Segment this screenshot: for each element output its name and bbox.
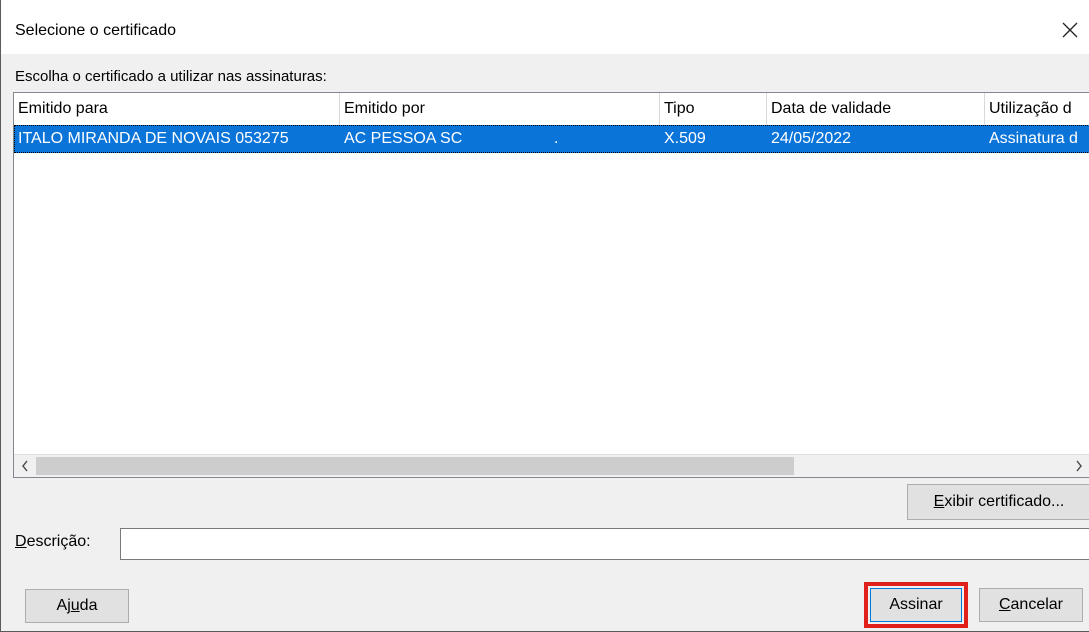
description-label: Descrição: [15, 533, 91, 551]
cancel-button[interactable]: Cancelar [979, 588, 1083, 622]
description-label-text: escrição: [26, 533, 91, 550]
close-icon [1062, 22, 1078, 38]
cell-issued-by: AC PESSOA SC [344, 130, 463, 147]
help-label-accel: u [70, 597, 80, 614]
sign-button[interactable]: Assinar [870, 588, 962, 622]
cancel-label-text: ancelar [1010, 596, 1064, 613]
chevron-left-icon [22, 460, 28, 472]
cell-expiration-date: 24/05/2022 [771, 130, 852, 147]
column-header-usage[interactable]: Utilização d [985, 93, 1089, 125]
chevron-right-icon [1076, 460, 1082, 472]
list-header: Emitido para Emitido por Tipo Data de va… [14, 93, 1089, 126]
view-certificate-label: xibir certificado... [944, 493, 1065, 510]
horizontal-scrollbar[interactable] [14, 454, 1089, 477]
column-header-type[interactable]: Tipo [660, 93, 767, 125]
column-header-issued-by[interactable]: Emitido por [340, 93, 660, 125]
cell-separator: . [554, 130, 559, 147]
column-header-expiration-date[interactable]: Data de validade [767, 93, 985, 125]
scroll-right-button[interactable] [1068, 455, 1089, 477]
view-certificate-accel: E [933, 493, 945, 510]
cell-usage: Assinatura d [989, 130, 1078, 147]
certificate-dialog: Selecione o certificado Escolha o certif… [0, 0, 1089, 632]
scrollbar-thumb[interactable] [36, 457, 794, 475]
scroll-left-button[interactable] [14, 455, 36, 477]
close-button[interactable] [1050, 10, 1089, 50]
list-caption: Escolha o certificado a utilizar nas ass… [15, 68, 327, 85]
help-label-post: da [79, 597, 98, 614]
help-button[interactable]: Aj u da [25, 589, 129, 623]
description-label-accel: D [15, 533, 27, 550]
help-label-pre: Aj [56, 597, 71, 614]
description-input[interactable] [120, 528, 1089, 560]
certificate-list[interactable]: Emitido para Emitido por Tipo Data de va… [13, 92, 1089, 478]
cell-issued-to: ITALO MIRANDA DE NOVAIS 053275 [18, 130, 289, 147]
cell-type: X.509 [664, 130, 706, 147]
dialog-title: Selecione o certificado [15, 22, 176, 39]
view-certificate-button[interactable]: Exibir certificado... [907, 484, 1089, 520]
table-row-selected[interactable]: ITALO MIRANDA DE NOVAIS 053275 AC PESSOA… [14, 125, 1089, 153]
title-bar: Selecione o certificado [1, 0, 1089, 54]
column-header-issued-to[interactable]: Emitido para [14, 93, 340, 125]
cancel-label-accel: C [998, 596, 1011, 613]
